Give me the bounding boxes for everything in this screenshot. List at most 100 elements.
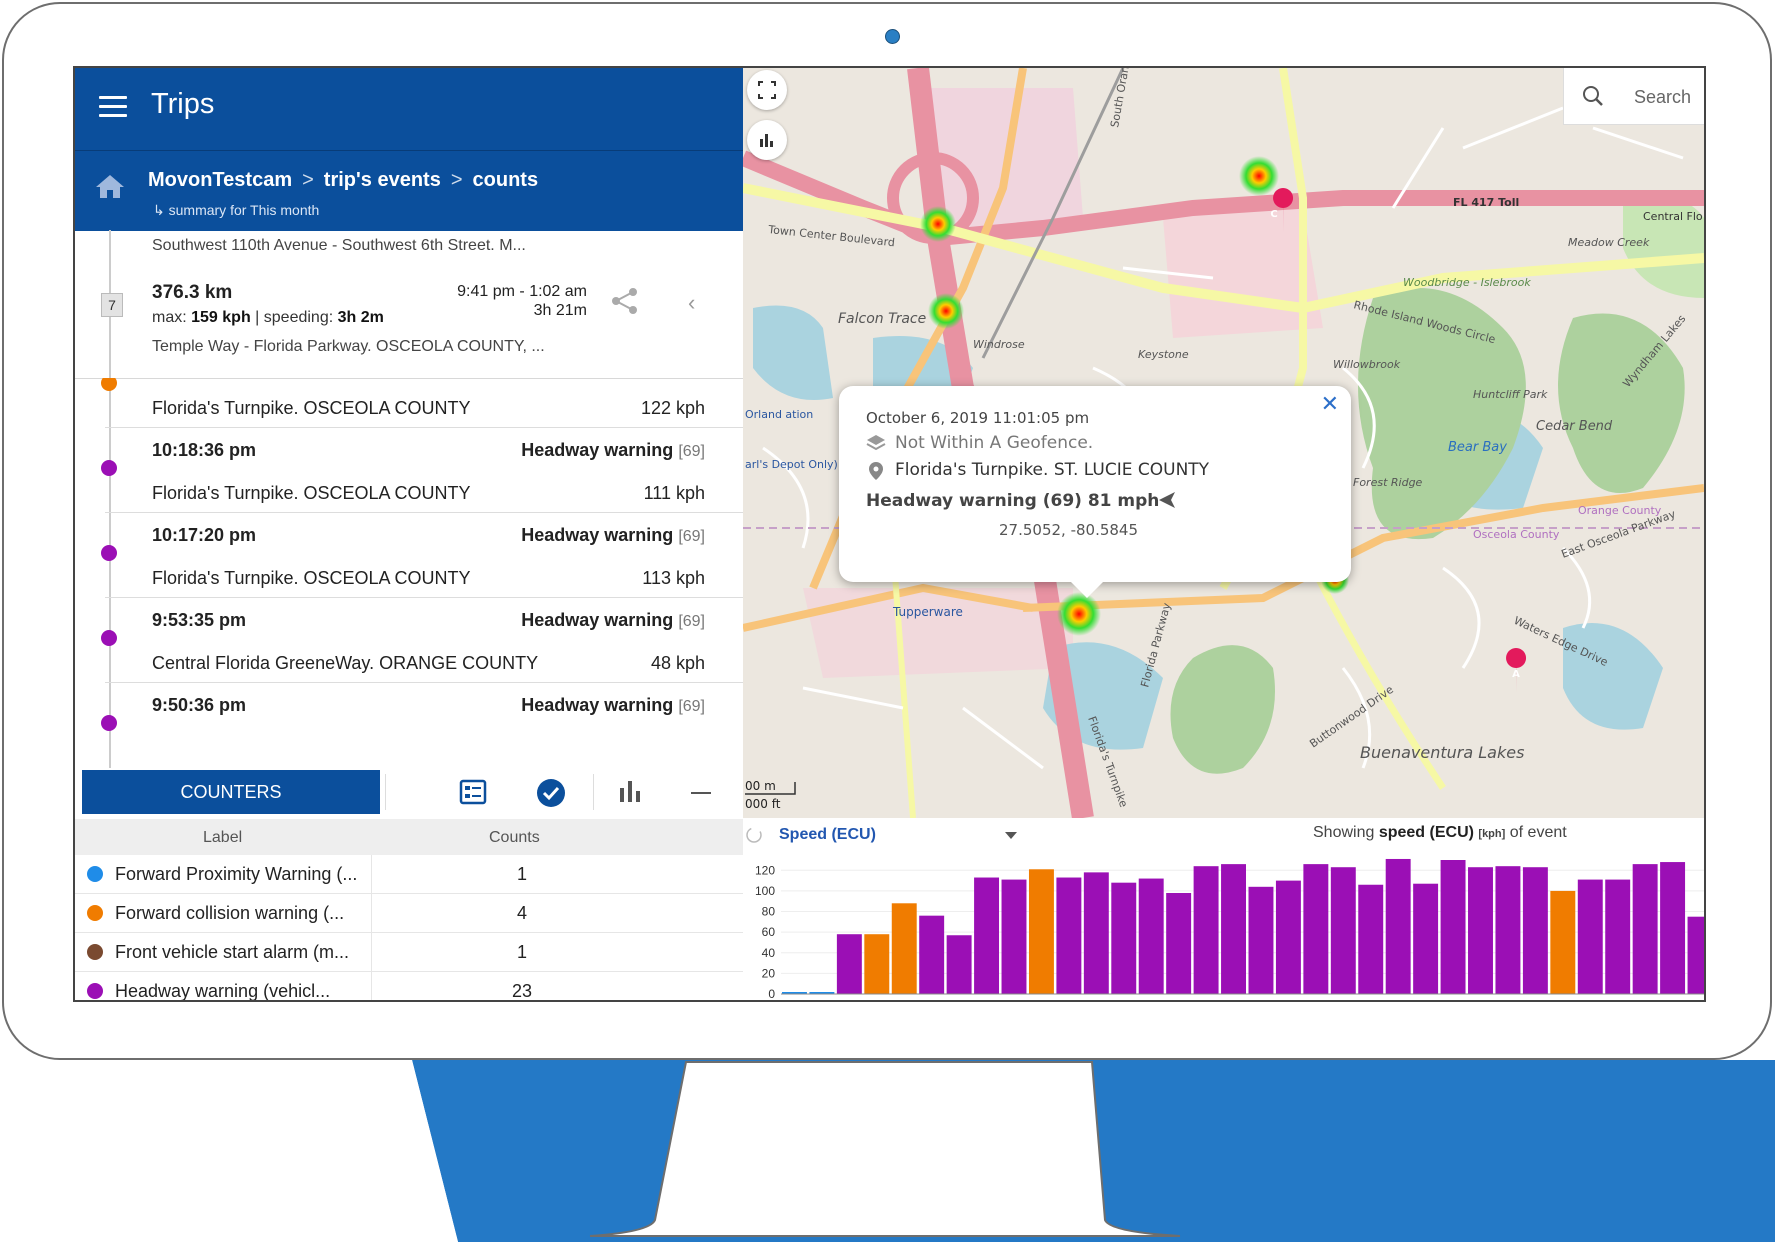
column-header-counts[interactable]: Counts	[489, 829, 540, 847]
bar-chart-icon[interactable]	[618, 778, 642, 804]
refresh-icon[interactable]	[745, 826, 763, 844]
heatmap-point[interactable]	[1239, 156, 1279, 196]
event-dot	[101, 378, 117, 391]
breadcrumb-counts[interactable]: counts	[473, 169, 539, 191]
metric-select[interactable]: Speed (ECU)	[779, 826, 876, 844]
trip-start-address: Southwest 110th Avenue - Southwest 6th S…	[152, 237, 526, 254]
hamburger-menu-icon[interactable]	[99, 96, 127, 118]
speed-bar[interactable]	[1413, 883, 1439, 994]
speed-bar[interactable]	[864, 934, 890, 994]
speed-bar[interactable]	[1193, 866, 1219, 994]
breadcrumb-trip-events[interactable]: trip's events	[324, 169, 441, 191]
search-icon[interactable]	[1582, 85, 1604, 107]
share-icon[interactable]	[610, 286, 640, 316]
speed-chart-panel: Speed (ECU) Showing speed (ECU) [kph] of…	[743, 818, 1704, 1000]
speed-bar[interactable]	[1385, 858, 1411, 994]
event-dot	[101, 460, 117, 476]
event-location: Central Florida GreeneWay. ORANGE COUNTY	[152, 653, 539, 673]
speed-bar[interactable]	[1495, 866, 1521, 994]
speed-bar[interactable]	[974, 877, 1000, 994]
popup-geofence: Not Within A Geofence.	[895, 433, 1094, 453]
speed-bar[interactable]	[1028, 869, 1054, 994]
table-row[interactable]: Forward collision warning (... 4	[75, 894, 743, 933]
speed-bar[interactable]	[1632, 864, 1658, 994]
close-icon[interactable]: ✕	[1321, 392, 1339, 417]
speed-bar[interactable]	[1275, 880, 1301, 994]
event-time[interactable]: 10:18:36 pm	[152, 440, 256, 461]
speed-bar[interactable]	[1303, 864, 1329, 994]
table-row[interactable]: Forward Proximity Warning (... 1	[75, 855, 743, 894]
heatmap-point[interactable]	[1057, 592, 1101, 636]
speed-bar[interactable]	[1330, 867, 1356, 994]
speed-bar[interactable]	[1550, 890, 1576, 994]
chevron-down-icon[interactable]	[1005, 832, 1017, 839]
counters-button[interactable]: COUNTERS	[82, 770, 380, 814]
y-tick-label: 100	[755, 884, 775, 898]
marker-a-label: A	[1512, 669, 1520, 680]
event-time[interactable]: 10:17:20 pm	[152, 525, 256, 546]
event-time[interactable]: 9:50:36 pm	[152, 695, 246, 716]
check-circle-icon[interactable]	[536, 778, 566, 808]
trip-stats: max: 159 kph | speeding: 3h 2m	[152, 309, 384, 326]
speed-bar[interactable]	[1577, 879, 1603, 994]
marker-c-label: C	[1270, 209, 1277, 220]
speed-bar[interactable]	[919, 915, 945, 994]
trip-summary[interactable]: Southwest 110th Avenue - Southwest 6th S…	[75, 230, 743, 379]
speed-bar[interactable]	[946, 935, 972, 994]
breadcrumb-device[interactable]: MovonTestcam	[148, 169, 292, 191]
chevron-left-icon[interactable]: ‹	[688, 290, 695, 316]
speed-bar[interactable]	[1468, 867, 1493, 994]
map-search[interactable]: Search	[1563, 68, 1704, 125]
speed-bar[interactable]	[1221, 864, 1246, 994]
y-tick-label: 40	[762, 946, 776, 960]
home-icon[interactable]	[95, 173, 125, 199]
breadcrumb-trail: MovonTestcam > trip's events > counts	[148, 169, 538, 192]
heatmap-point[interactable]	[920, 206, 956, 242]
search-input[interactable]: Search	[1634, 87, 1691, 108]
row-count: 1	[371, 855, 672, 893]
trip-time-range: 9:41 pm - 1:02 am 3h 21m	[457, 283, 587, 319]
speed-bar[interactable]	[1166, 892, 1192, 994]
speed-bar[interactable]	[1522, 867, 1548, 994]
speed-bar[interactable]	[1440, 860, 1466, 994]
speed-bar[interactable]	[1248, 886, 1274, 994]
map-view[interactable]: FL 417 Toll Central Flo Town Center Boul…	[743, 68, 1704, 818]
y-tick-label: 120	[755, 863, 775, 877]
speed-bar[interactable]	[1605, 879, 1631, 994]
table-row[interactable]: Headway warning (vehicl... 23	[75, 972, 743, 1000]
event-time[interactable]: 9:53:35 pm	[152, 610, 246, 631]
list-view-icon[interactable]	[459, 778, 487, 806]
speed-bar[interactable]	[836, 934, 862, 994]
row-count: 4	[371, 894, 672, 932]
layers-icon	[866, 435, 886, 451]
speed-bar[interactable]	[1660, 862, 1686, 994]
row-label: Forward collision warning (...	[115, 903, 345, 923]
event-type: Headway warning [69]	[521, 610, 705, 630]
speed-bar[interactable]	[1083, 872, 1109, 994]
map-label-fl417: FL 417 Toll	[1453, 196, 1519, 209]
speed-bar[interactable]	[891, 903, 917, 994]
table-row[interactable]: Front vehicle start alarm (m... 1	[75, 933, 743, 972]
column-header-label[interactable]: Label	[203, 829, 242, 847]
map-label-huntcliff: Huntcliff Park	[1473, 388, 1548, 401]
location-pin-icon	[869, 462, 883, 480]
map-label-forest-ridge: Forest Ridge	[1353, 476, 1423, 489]
speed-bar[interactable]	[1687, 916, 1704, 994]
trip-index-badge: 7	[101, 293, 123, 317]
chart-toggle-button[interactable]	[747, 120, 787, 160]
event-speed: 113 kph	[642, 568, 705, 588]
fullscreen-button[interactable]	[747, 70, 787, 110]
heatmap-point[interactable]	[928, 293, 964, 329]
fullscreen-icon	[758, 81, 776, 99]
speed-bar[interactable]	[1056, 877, 1082, 994]
speed-bar[interactable]	[1111, 882, 1137, 994]
event-dot	[101, 715, 117, 731]
event-location: Florida's Turnpike. OSCEOLA COUNTY	[152, 483, 471, 503]
speed-bar[interactable]	[1358, 884, 1384, 994]
minimize-icon[interactable]	[691, 790, 711, 796]
speed-bar[interactable]	[1001, 879, 1027, 994]
map-label-keystone: Keystone	[1138, 348, 1189, 361]
speed-bar[interactable]	[1138, 878, 1164, 994]
trip-distance: 376.3 km	[152, 282, 233, 303]
counters-toolbar: COUNTERS	[75, 768, 743, 816]
